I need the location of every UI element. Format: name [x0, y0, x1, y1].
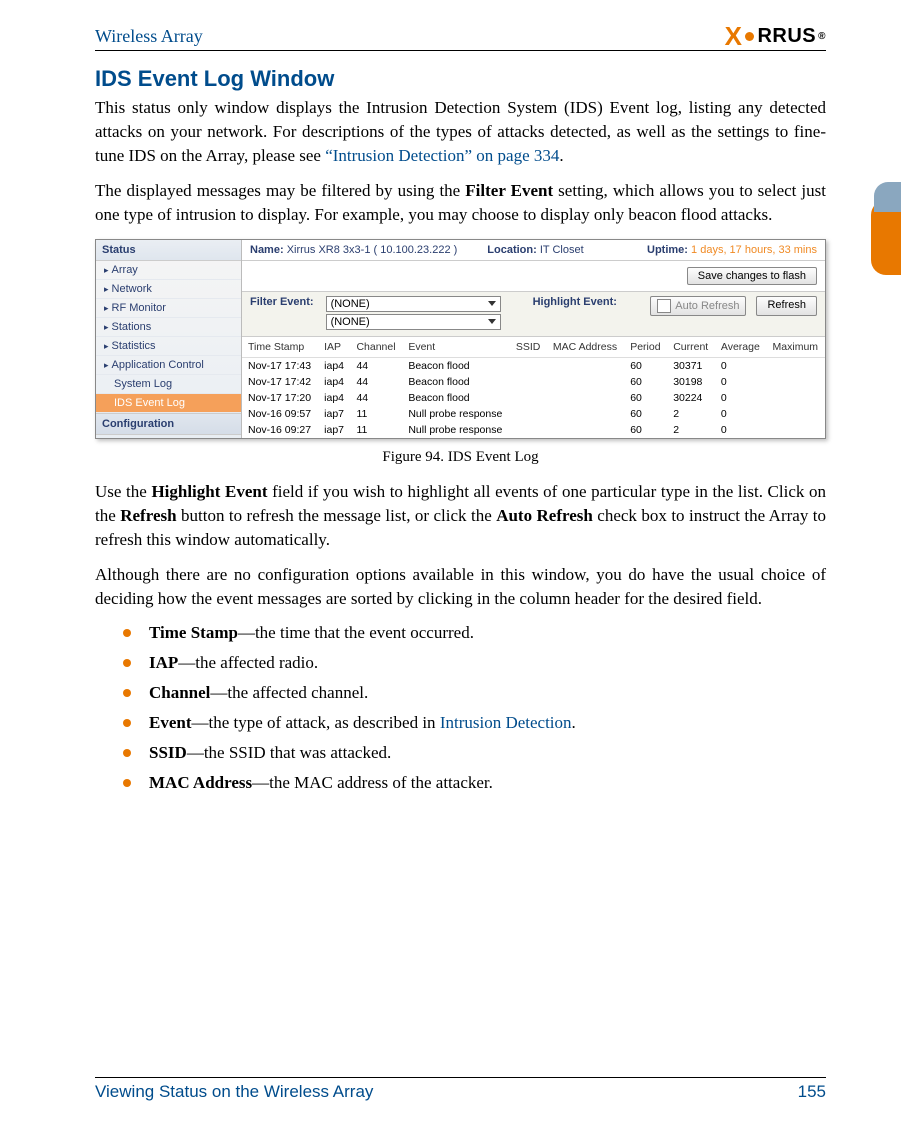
running-header: Wireless Array X RRUS ®	[95, 25, 826, 51]
list-item: IAP—the affected radio.	[123, 653, 826, 673]
sidebar-item-application-control[interactable]: ▸Application Control	[96, 356, 241, 375]
product-name: Wireless Array	[95, 26, 203, 47]
table-row: Nov-17 17:43iap444Beacon flood60303710	[242, 357, 825, 374]
sidebar-item-ids-event-log[interactable]: IDS Event Log	[96, 394, 241, 413]
list-item: Event—the type of attack, as described i…	[123, 713, 826, 733]
registered-icon: ®	[818, 31, 826, 42]
filter-event-select[interactable]: (NONE)	[326, 296, 501, 312]
chevron-right-icon: ▸	[104, 360, 109, 370]
col-ssid[interactable]: SSID	[510, 337, 547, 358]
save-row: Save changes to flash	[242, 261, 825, 292]
col-timestamp[interactable]: Time Stamp	[242, 337, 318, 358]
auto-refresh-toggle[interactable]: Auto Refresh	[650, 296, 746, 316]
col-channel[interactable]: Channel	[350, 337, 402, 358]
chevron-right-icon: ▸	[104, 284, 109, 294]
sidebar-item-system-log[interactable]: System Log	[96, 375, 241, 394]
list-item: Time Stamp—the time that the event occur…	[123, 623, 826, 643]
list-item: SSID—the SSID that was attacked.	[123, 743, 826, 763]
chevron-right-icon: ▸	[104, 303, 109, 313]
events-table: Time Stamp IAP Channel Event SSID MAC Ad…	[242, 337, 825, 438]
sidebar-status-header: Status	[96, 240, 241, 261]
chevron-right-icon: ▸	[104, 265, 109, 275]
chevron-right-icon: ▸	[104, 341, 109, 351]
location-label: Location:	[487, 244, 537, 256]
col-event[interactable]: Event	[402, 337, 510, 358]
running-footer: Viewing Status on the Wireless Array 155	[95, 1077, 826, 1102]
col-average[interactable]: Average	[715, 337, 767, 358]
sidebar-item-array[interactable]: ▸Array	[96, 261, 241, 280]
status-bar: Name: Xirrus XR8 3x3-1 ( 10.100.23.222 )…	[242, 240, 825, 261]
name-label: Name:	[250, 244, 284, 256]
col-iap[interactable]: IAP	[318, 337, 350, 358]
footer-page: 155	[798, 1082, 826, 1102]
table-header-row[interactable]: Time Stamp IAP Channel Event SSID MAC Ad…	[242, 337, 825, 358]
col-maximum[interactable]: Maximum	[767, 337, 825, 358]
logo-text: RRUS	[757, 25, 816, 48]
chevron-right-icon: ▸	[104, 322, 109, 332]
table-row: Nov-16 09:27iap711Null probe response602…	[242, 422, 825, 438]
filter-event-label: Filter Event:	[250, 296, 314, 308]
ids-event-log-figure: Status ▸Array ▸Network ▸RF Monitor ▸Stat…	[95, 239, 826, 439]
caret-down-icon	[488, 301, 496, 306]
list-item: Channel—the affected channel.	[123, 683, 826, 703]
filter-paragraph: The displayed messages may be filtered b…	[95, 179, 826, 227]
logo-x-icon: X	[725, 26, 743, 47]
intrusion-detection-link[interactable]: “Intrusion Detection” on page 334	[325, 146, 559, 165]
main-panel: Name: Xirrus XR8 3x3-1 ( 10.100.23.222 )…	[242, 240, 825, 438]
sidebar-item-statistics[interactable]: ▸Statistics	[96, 337, 241, 356]
figure-caption: Figure 94. IDS Event Log	[95, 449, 826, 466]
name-value: Xirrus XR8 3x3-1 ( 10.100.23.222 )	[287, 244, 458, 256]
nav-sidebar: Status ▸Array ▸Network ▸RF Monitor ▸Stat…	[96, 240, 242, 438]
table-row: Nov-17 17:20iap444Beacon flood60302240	[242, 390, 825, 406]
logo-dot-icon	[745, 32, 754, 41]
highlight-paragraph: Use the Highlight Event field if you wis…	[95, 480, 826, 551]
save-button[interactable]: Save changes to flash	[687, 267, 817, 285]
sidebar-item-rf-monitor[interactable]: ▸RF Monitor	[96, 299, 241, 318]
location-value: IT Closet	[540, 244, 584, 256]
list-item: MAC Address—the MAC address of the attac…	[123, 773, 826, 793]
sidebar-item-network[interactable]: ▸Network	[96, 280, 241, 299]
uptime-label: Uptime:	[647, 244, 688, 256]
filter-bar: Filter Event: (NONE) (NONE) Highlight Ev…	[242, 292, 825, 337]
caret-down-icon	[488, 319, 496, 324]
highlight-event-label: Highlight Event:	[533, 296, 617, 308]
table-row: Nov-17 17:42iap444Beacon flood60301980	[242, 374, 825, 390]
sidebar-item-stations[interactable]: ▸Stations	[96, 318, 241, 337]
table-row: Nov-16 09:57iap711Null probe response602…	[242, 406, 825, 422]
footer-section: Viewing Status on the Wireless Array	[95, 1082, 373, 1102]
checkbox-icon	[657, 299, 671, 313]
brand-logo: X RRUS ®	[725, 25, 826, 48]
sort-paragraph: Although there are no configuration opti…	[95, 563, 826, 611]
page-thumb-tab	[871, 200, 901, 275]
sidebar-config-header: Configuration	[96, 413, 241, 435]
uptime-value: 1 days, 17 hours, 33 mins	[691, 244, 817, 256]
intro-paragraph: This status only window displays the Int…	[95, 96, 826, 167]
intrusion-detection-link-2[interactable]: Intrusion Detection	[440, 713, 572, 732]
filter-event-select-2[interactable]: (NONE)	[326, 314, 501, 330]
col-mac[interactable]: MAC Address	[547, 337, 624, 358]
col-current[interactable]: Current	[667, 337, 715, 358]
refresh-button[interactable]: Refresh	[756, 296, 817, 316]
col-period[interactable]: Period	[624, 337, 667, 358]
field-list: Time Stamp—the time that the event occur…	[123, 623, 826, 793]
section-title: IDS Event Log Window	[95, 66, 826, 92]
